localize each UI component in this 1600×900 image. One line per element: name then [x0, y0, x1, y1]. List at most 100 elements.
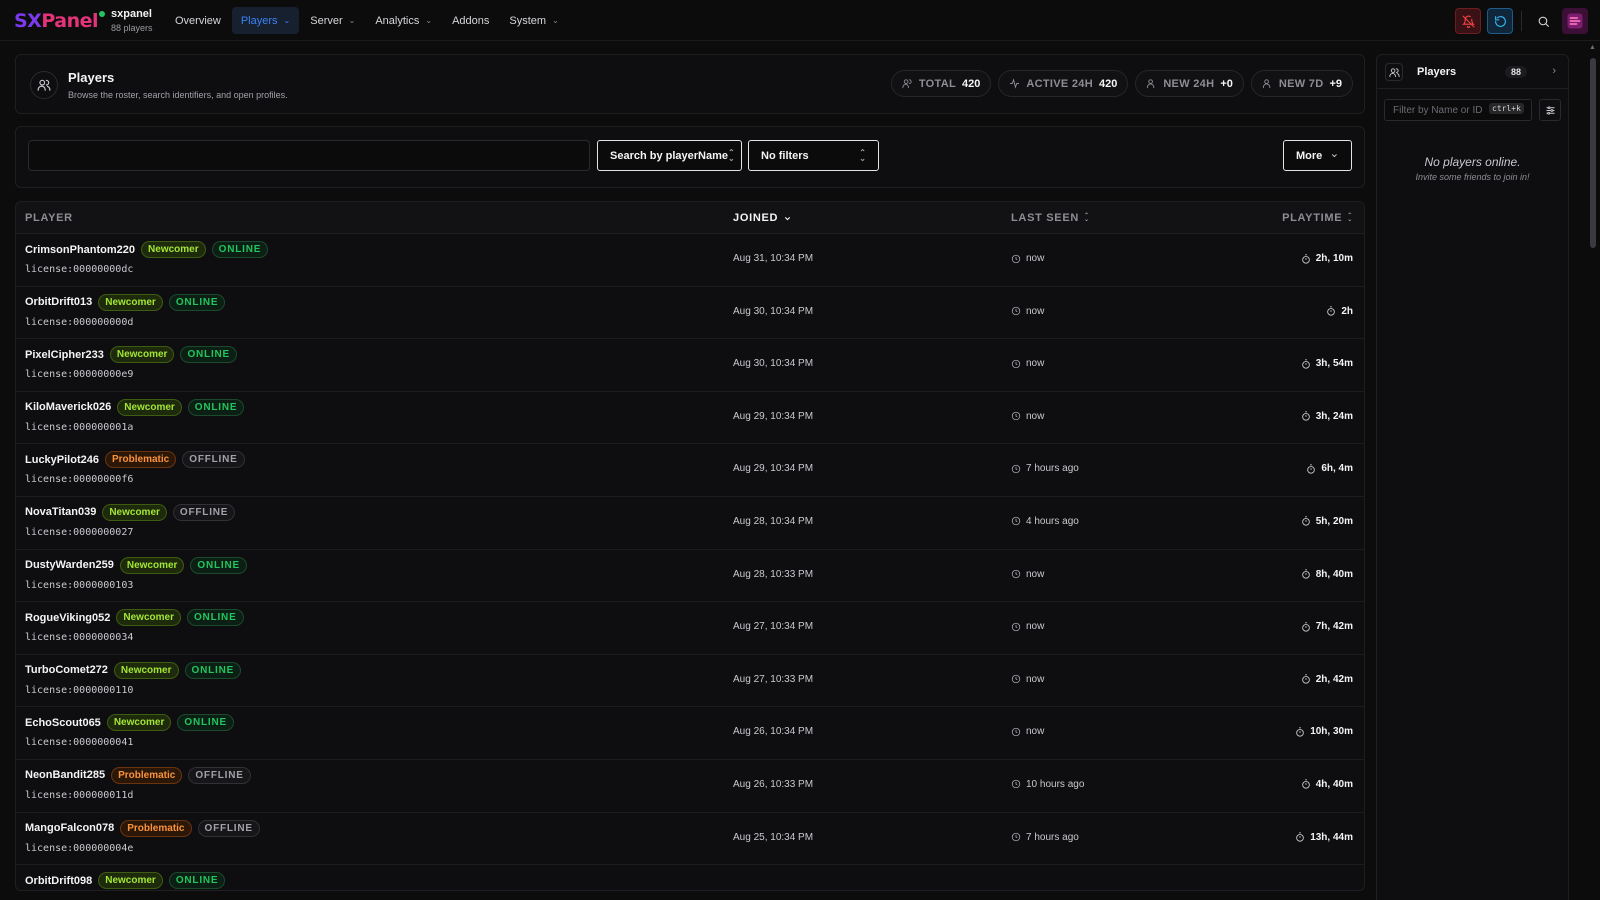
- player-name[interactable]: EchoScout065: [25, 717, 101, 729]
- table-row[interactable]: MangoFalcon078 Problematic OFFLINE license:…: [16, 813, 1364, 866]
- table-row[interactable]: NeonBandit285 Problematic OFFLINE license:0…: [16, 760, 1364, 813]
- player-name[interactable]: RogueViking052: [25, 612, 110, 624]
- nav-item-analytics[interactable]: Analytics ⌄: [366, 7, 441, 34]
- table-row[interactable]: KiloMaverick026 Newcomer ONLINE license:000…: [16, 392, 1364, 445]
- clock-icon: [1011, 306, 1021, 316]
- user-avatar[interactable]: [1562, 8, 1588, 34]
- stat-new-24h: NEW 24H +0: [1135, 70, 1244, 97]
- column-header-joined[interactable]: JOINED: [733, 212, 792, 224]
- stat-value: +0: [1220, 77, 1233, 90]
- nav-item-overview[interactable]: Overview: [166, 7, 230, 34]
- nav-item-label: System: [509, 14, 547, 27]
- table-row[interactable]: DustyWarden259 Newcomer ONLINE license:0000…: [16, 550, 1364, 603]
- status-badge: ONLINE: [177, 714, 234, 732]
- last-seen: 7 hours ago: [1011, 832, 1079, 843]
- chevron-right-icon[interactable]: ›: [1552, 65, 1556, 77]
- search-button[interactable]: [1530, 8, 1556, 34]
- sort-desc-icon: [785, 216, 791, 220]
- table-row[interactable]: PixelCipher233 Newcomer ONLINE license:0000…: [16, 339, 1364, 392]
- stat-value: 420: [962, 77, 981, 90]
- nav-item-addons[interactable]: Addons: [443, 7, 498, 34]
- player-name[interactable]: PixelCipher233: [25, 349, 104, 361]
- joined-date: Aug 26, 10:33 PM: [733, 778, 814, 790]
- playtime-value: 3h, 24m: [1315, 410, 1353, 422]
- player-license: license:000000001a: [25, 421, 134, 433]
- playtime-value: 2h: [1341, 305, 1353, 317]
- timer-icon: [1306, 464, 1316, 474]
- nav-item-server[interactable]: Server ⌄: [301, 7, 364, 34]
- empty-state-subtitle: Invite some friends to join in!: [1415, 172, 1530, 182]
- column-header-playtime[interactable]: PLAYTIME ⌃ ⌄: [1282, 212, 1353, 224]
- player-name-line: RogueViking052 Newcomer ONLINE: [25, 609, 244, 627]
- player-name[interactable]: NovaTitan039: [25, 506, 96, 518]
- player-name[interactable]: OrbitDrift013: [25, 296, 92, 308]
- search-mode-select[interactable]: Search by playerName ⌃ ⌄: [597, 140, 742, 171]
- player-tag-badge: Newcomer: [98, 872, 163, 890]
- table-row[interactable]: EchoScout065 Newcomer ONLINE license:000000…: [16, 707, 1364, 760]
- activity-icon: [1009, 78, 1020, 89]
- scroll-up-arrow-icon[interactable]: ▲: [1589, 44, 1596, 51]
- filter-options-button[interactable]: [1539, 99, 1561, 121]
- table-row[interactable]: OrbitDrift098 Newcomer ONLINE: [16, 865, 1364, 890]
- sliders-icon: [1545, 105, 1555, 115]
- online-dot-icon: [99, 11, 105, 17]
- player-name-line: TurboComet272 Newcomer ONLINE: [25, 661, 242, 679]
- refresh-button[interactable]: [1487, 8, 1513, 34]
- last-seen-value: now: [1026, 358, 1045, 370]
- table-row[interactable]: CrimsonPhantom220 Newcomer ONLINE license:0…: [16, 234, 1364, 287]
- column-header-last-seen[interactable]: LAST SEEN ⌃ ⌄: [1011, 212, 1090, 224]
- clock-icon: [1011, 254, 1021, 264]
- player-license: license:0000000103: [25, 579, 134, 591]
- stat-value: 420: [1098, 77, 1118, 90]
- table-row[interactable]: RogueViking052 Newcomer ONLINE license:0000…: [16, 602, 1364, 655]
- side-panel-title: Players: [1417, 66, 1457, 78]
- stat-label: NEW 24H: [1163, 77, 1215, 90]
- nav-item-players[interactable]: Players ⌄: [231, 7, 300, 34]
- player-tag-badge: Newcomer: [106, 714, 172, 732]
- player-name[interactable]: NeonBandit285: [25, 769, 105, 781]
- table-row[interactable]: NovaTitan039 Newcomer OFFLINE license:00000…: [16, 497, 1364, 550]
- scroll-thumb[interactable]: [1590, 58, 1596, 248]
- player-name-line: KiloMaverick026 Newcomer ONLINE: [25, 398, 245, 416]
- playtime: 2h, 42m: [1301, 674, 1353, 685]
- page-scrollbar[interactable]: ▲: [1589, 44, 1596, 900]
- table-row[interactable]: TurboComet272 Newcomer ONLINE license:00000…: [16, 655, 1364, 708]
- last-seen-value: now: [1026, 305, 1045, 317]
- chevrons-up-down-icon: ⌃ ⌄: [728, 147, 735, 163]
- more-button[interactable]: More: [1283, 140, 1352, 171]
- chevrons-up-down-icon: ⌃ ⌄: [859, 147, 866, 163]
- player-license: license:000000000d: [25, 316, 134, 328]
- player-license: license:0000000110: [25, 684, 134, 696]
- chevron-down-icon: ⌄: [348, 16, 356, 25]
- player-name[interactable]: CrimsonPhantom220: [25, 244, 135, 256]
- app-logo[interactable]: SXPanel: [14, 10, 99, 32]
- timer-icon: [1301, 516, 1311, 527]
- clock-icon: [1011, 622, 1021, 632]
- player-name[interactable]: DustyWarden259: [25, 559, 114, 571]
- player-name[interactable]: OrbitDrift098: [25, 875, 92, 887]
- divider: [1521, 11, 1522, 31]
- player-name-line: EchoScout065 Newcomer ONLINE: [25, 714, 234, 732]
- status-badge: OFFLINE: [172, 503, 236, 521]
- nav-item-system[interactable]: System ⌄: [500, 7, 567, 34]
- player-tag-badge: Newcomer: [98, 293, 163, 311]
- player-name[interactable]: KiloMaverick026: [25, 401, 111, 413]
- mute-alerts-button[interactable]: [1455, 8, 1481, 34]
- table-row[interactable]: OrbitDrift013 Newcomer ONLINE license:00000…: [16, 287, 1364, 340]
- player-name[interactable]: TurboComet272: [25, 664, 108, 676]
- player-tag-badge: Newcomer: [141, 241, 206, 258]
- table-row[interactable]: LuckyPilot246 Problematic OFFLINE license:0…: [16, 444, 1364, 497]
- users-icon: [1385, 63, 1403, 81]
- page-subtitle: Browse the roster, search identifiers, a…: [68, 90, 288, 100]
- sort-icon: ⌃ ⌄: [1347, 213, 1353, 223]
- player-name-line: MangoFalcon078 Problematic OFFLINE: [25, 819, 260, 837]
- logo-sx: SX: [14, 10, 42, 32]
- player-name[interactable]: MangoFalcon078: [25, 822, 114, 834]
- server-name: sxpanel: [111, 8, 152, 20]
- filters-select[interactable]: No filters ⌃ ⌄: [748, 140, 879, 171]
- player-license: license:00000000e9: [25, 369, 134, 381]
- player-search-input[interactable]: [28, 140, 590, 171]
- avatar-logo-icon: [1567, 13, 1583, 29]
- player-name[interactable]: LuckyPilot246: [25, 454, 99, 466]
- status-badge: ONLINE: [168, 293, 226, 311]
